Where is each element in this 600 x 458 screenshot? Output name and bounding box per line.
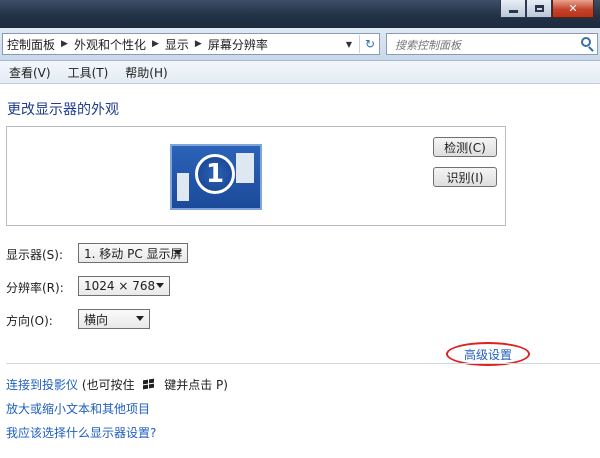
display-preview-area: 1 检测(C) 识别(I) xyxy=(6,126,506,226)
projector-hint-prefix: (也可按住 xyxy=(81,378,135,392)
window-titlebar: ✕ xyxy=(0,0,600,28)
windows-logo-icon xyxy=(142,378,156,391)
projector-row: 连接到投影仪 (也可按住 键并点击 P) xyxy=(6,376,228,393)
menu-view[interactable]: 查看(V) xyxy=(9,64,51,81)
window-controls: ✕ xyxy=(500,0,594,20)
search-box[interactable] xyxy=(386,33,598,55)
chevron-down-icon xyxy=(136,316,144,321)
orientation-label: 方向(O): xyxy=(6,314,53,328)
resolution-select-value: 1024 × 768 xyxy=(84,279,156,293)
maximize-icon xyxy=(534,5,544,12)
close-button[interactable]: ✕ xyxy=(552,0,594,18)
monitor-number-badge: 1 xyxy=(195,154,235,194)
orientation-select[interactable]: 横向 xyxy=(78,309,150,329)
connect-projector-link[interactable]: 连接到投影仪 xyxy=(6,378,78,392)
divider xyxy=(6,363,600,364)
identify-button[interactable]: 识别(I) xyxy=(433,167,497,187)
breadcrumb-screen-resolution[interactable]: 屏幕分辨率 xyxy=(208,36,268,53)
monitor-thumbnail[interactable]: 1 xyxy=(170,144,262,210)
desktop-window-icon xyxy=(236,153,254,183)
minimize-button[interactable] xyxy=(500,0,526,18)
projector-hint-suffix: 键并点击 P) xyxy=(164,378,228,392)
address-bar[interactable]: 控制面板 ▶ 外观和个性化 ▶ 显示 ▶ 屏幕分辨率 ▼ ↻ xyxy=(2,33,380,55)
breadcrumb-display[interactable]: 显示 xyxy=(165,36,189,53)
chevron-down-icon xyxy=(156,283,164,288)
menu-bar: 查看(V) 工具(T) 帮助(H) xyxy=(0,61,600,84)
detect-button[interactable]: 检测(C) xyxy=(433,137,497,157)
minimize-icon xyxy=(508,10,518,13)
display-label: 显示器(S): xyxy=(6,248,64,262)
chevron-right-icon[interactable]: ▶ xyxy=(61,39,68,49)
page-title: 更改显示器的外观 xyxy=(7,102,119,118)
content-pane: 更改显示器的外观 1 检测(C) 识别(I) 显示器(S): 1. 移动 PC … xyxy=(0,84,600,458)
close-icon: ✕ xyxy=(568,2,578,15)
chevron-right-icon[interactable]: ▶ xyxy=(195,39,202,49)
menu-help[interactable]: 帮助(H) xyxy=(125,64,167,81)
refresh-icon[interactable]: ↻ xyxy=(359,35,380,53)
address-dropdown-icon[interactable]: ▼ xyxy=(341,34,357,54)
resolution-select[interactable]: 1024 × 768 xyxy=(78,276,170,296)
resolution-label: 分辨率(R): xyxy=(6,281,64,295)
display-select-value: 1. 移动 PC 显示屏 xyxy=(84,246,183,261)
desktop-panel-icon xyxy=(177,173,189,201)
which-settings-link[interactable]: 我应该选择什么显示器设置? xyxy=(6,424,156,441)
display-select[interactable]: 1. 移动 PC 显示屏 xyxy=(78,243,188,263)
search-icon[interactable] xyxy=(581,37,591,47)
navigation-bar: 控制面板 ▶ 外观和个性化 ▶ 显示 ▶ 屏幕分辨率 ▼ ↻ xyxy=(0,28,600,61)
orientation-select-value: 横向 xyxy=(84,312,109,327)
search-input[interactable] xyxy=(393,35,577,55)
chevron-right-icon[interactable]: ▶ xyxy=(152,39,159,49)
breadcrumb-appearance[interactable]: 外观和个性化 xyxy=(74,36,146,53)
maximize-button[interactable] xyxy=(526,0,552,18)
chevron-down-icon xyxy=(174,250,182,255)
menu-tools[interactable]: 工具(T) xyxy=(68,64,109,81)
breadcrumb-control-panel[interactable]: 控制面板 xyxy=(7,36,55,53)
text-size-link[interactable]: 放大或缩小文本和其他项目 xyxy=(6,400,150,417)
